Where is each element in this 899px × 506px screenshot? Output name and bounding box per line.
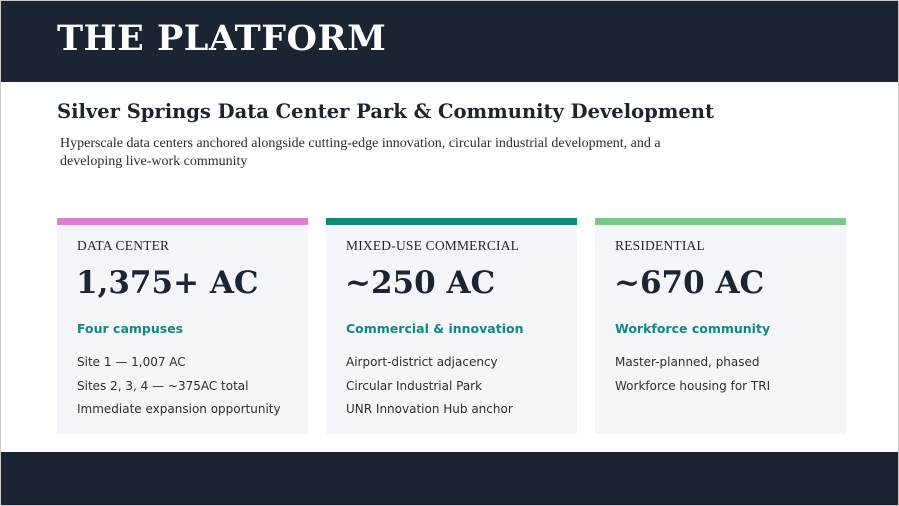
card-accent-bar: [326, 218, 577, 225]
card-accent-bar: [595, 218, 846, 225]
page-title: THE PLATFORM: [57, 18, 387, 59]
subtitle: Silver Springs Data Center Park & Commun…: [57, 100, 714, 123]
card-item: Airport-district adjacency: [346, 355, 498, 369]
card-item: Workforce housing for TRI: [615, 378, 771, 393]
card-item: Immediate expansion opportunity: [77, 402, 281, 416]
card-value: ~670 AC: [614, 265, 765, 301]
card-highlight: Workforce community: [615, 321, 771, 336]
card-value: 1,375+ AC: [76, 265, 259, 301]
card-highlight: Four campuses: [77, 321, 184, 336]
footer-band: [1, 452, 898, 505]
card-item: Site 1 — 1,007 AC: [77, 355, 186, 369]
card-mixed-use-commercial: MIXED-USE COMMERCIAL ~250 AC Commercial …: [326, 218, 577, 434]
card-label: DATA CENTER: [77, 238, 170, 253]
card-data-center: DATA CENTER 1,375+ AC Four campuses Site…: [57, 218, 308, 434]
card-item-list: Airport-district adjacency Circular Indu…: [346, 351, 513, 422]
card-highlight: Commercial & innovation: [346, 321, 524, 336]
card-item-list: Site 1 — 1,007 AC Sites 2, 3, 4 — ~375AC…: [77, 351, 281, 422]
card-accent-bar: [57, 218, 308, 225]
card-item: UNR Innovation Hub anchor: [346, 402, 513, 416]
card-item-list: Master-planned, phased Workforce housing…: [615, 351, 770, 398]
header-band: THE PLATFORM: [1, 1, 898, 82]
card-item: Sites 2, 3, 4 — ~375AC total: [77, 378, 249, 393]
card-label: MIXED-USE COMMERCIAL: [346, 238, 520, 253]
card-residential: RESIDENTIAL ~670 AC Workforce community …: [595, 218, 846, 434]
card-value: ~250 AC: [345, 265, 496, 301]
description: Hyperscale data centers anchored alongsi…: [60, 136, 661, 169]
card-item: Master-planned, phased: [615, 355, 760, 369]
card-label: RESIDENTIAL: [615, 238, 705, 253]
card-item: Circular Industrial Park: [346, 378, 483, 393]
slide: THE PLATFORM Silver Springs Data Center …: [0, 0, 899, 506]
